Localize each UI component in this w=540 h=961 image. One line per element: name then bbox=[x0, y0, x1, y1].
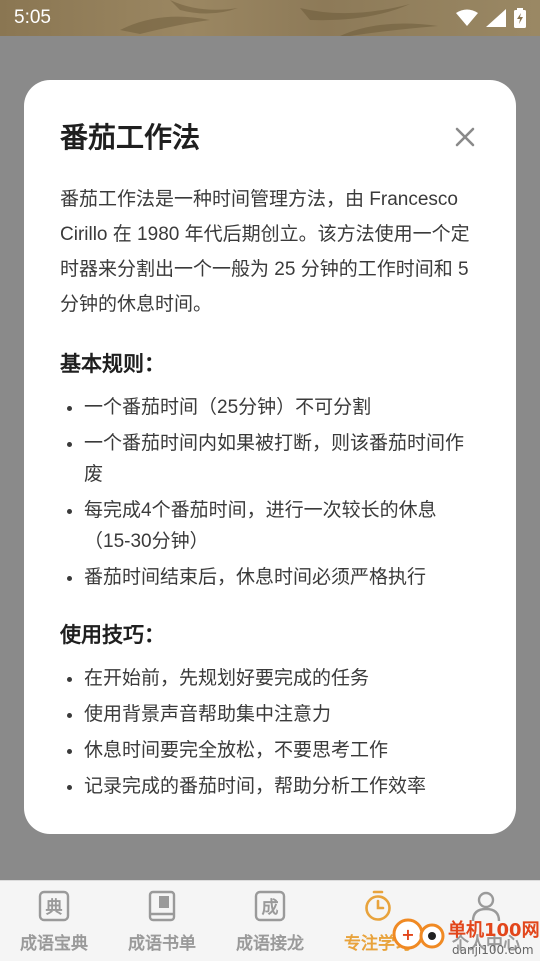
nav-item-idiom-booklist[interactable]: 成语书单 bbox=[108, 881, 216, 961]
close-icon bbox=[455, 127, 475, 147]
nav-label: 成语宝典 bbox=[20, 934, 88, 953]
tips-list: 在开始前，先规划好要完成的任务 使用背景声音帮助集中注意力 休息时间要完全放松，… bbox=[60, 663, 480, 802]
bamboo-decoration bbox=[120, 0, 238, 34]
nav-item-idiom-chain[interactable]: 成 成语接龙 bbox=[216, 881, 324, 961]
chain-icon-glyph: 成 bbox=[262, 897, 279, 918]
status-bar: 5:05 bbox=[0, 0, 540, 36]
list-item: 每完成4个番茄时间，进行一次较长的休息（15-30分钟） bbox=[84, 495, 480, 557]
watermark-url: danji100.com bbox=[452, 943, 534, 957]
list-item: 使用背景声音帮助集中注意力 bbox=[84, 699, 480, 730]
dictionary-icon-glyph: 典 bbox=[46, 897, 63, 918]
rules-list: 一个番茄时间（25分钟）不可分割 一个番茄时间内如果被打断，则该番茄时间作废 每… bbox=[60, 392, 480, 593]
dialog-title: 番茄工作法 bbox=[60, 122, 201, 153]
svg-text:+: + bbox=[401, 925, 414, 944]
list-item: 一个番茄时间内如果被打断，则该番茄时间作废 bbox=[84, 428, 480, 490]
list-item: 一个番茄时间（25分钟）不可分割 bbox=[84, 392, 480, 423]
nav-label: 成语接龙 bbox=[236, 934, 304, 953]
watermark-text: 单机100网 bbox=[448, 919, 540, 941]
watermark: + 单机100网 danji100.com bbox=[392, 918, 540, 957]
tips-heading: 使用技巧： bbox=[60, 624, 165, 647]
pomodoro-info-dialog: 番茄工作法 番茄工作法是一种时间管理方法，由 Francesco Cirillo… bbox=[24, 80, 516, 834]
status-time: 5:05 bbox=[14, 7, 51, 28]
nav-item-idiom-dictionary[interactable]: 典 成语宝典 bbox=[0, 881, 108, 961]
intro-paragraph: 番茄工作法是一种时间管理方法，由 Francesco Cirillo 在 198… bbox=[60, 189, 470, 315]
dictionary-icon: 典 bbox=[37, 889, 71, 923]
list-item: 在开始前，先规划好要完成的任务 bbox=[84, 663, 480, 694]
timer-icon bbox=[361, 889, 395, 923]
signal-icon bbox=[486, 9, 506, 27]
list-item: 番茄时间结束后，休息时间必须严格执行 bbox=[84, 562, 480, 593]
wifi-icon bbox=[456, 9, 478, 26]
close-button[interactable] bbox=[450, 122, 480, 152]
chain-icon: 成 bbox=[253, 889, 287, 923]
rules-heading: 基本规则： bbox=[60, 353, 165, 376]
battery-icon bbox=[514, 8, 526, 28]
status-icons bbox=[456, 8, 526, 28]
list-item: 记录完成的番茄时间，帮助分析工作效率 bbox=[84, 771, 480, 802]
nav-label: 成语书单 bbox=[128, 934, 196, 953]
bamboo-decoration bbox=[300, 4, 438, 36]
book-icon bbox=[145, 889, 179, 923]
list-item: 休息时间要完全放松，不要思考工作 bbox=[84, 735, 480, 766]
